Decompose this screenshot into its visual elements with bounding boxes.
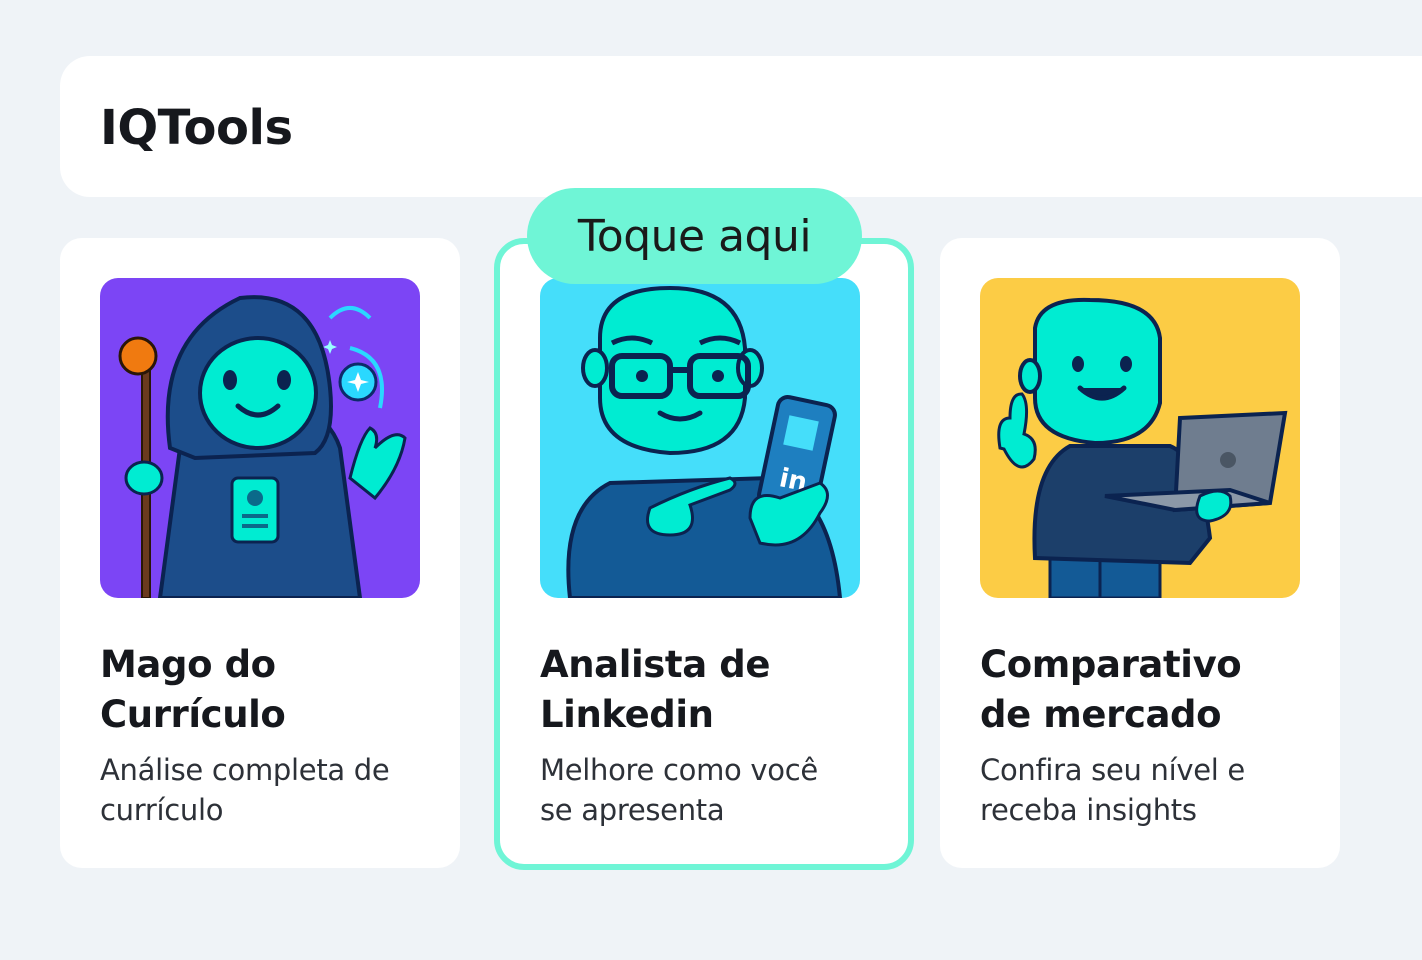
linkedin-analyst-illustration: in xyxy=(540,278,860,598)
card-title: Comparativo de mercado xyxy=(980,643,1242,736)
card-description: Análise completa de currículo xyxy=(100,753,390,827)
tool-card-linkedin-analyst[interactable]: in Analista de Linkedin Melhore como você… xyxy=(494,238,914,870)
card-title: Analista de Linkedin xyxy=(540,643,771,736)
tap-here-tooltip: Toque aqui xyxy=(527,188,862,284)
card-title: Mago do Currículo xyxy=(100,643,286,736)
app-title: IQTools xyxy=(100,100,293,156)
app-header: IQTools xyxy=(60,56,1422,197)
laptop-person-illustration xyxy=(980,278,1300,598)
wizard-illustration xyxy=(100,278,420,598)
tool-card-resume-wizard[interactable]: Mago do Currículo Análise completa de curr… xyxy=(60,238,460,868)
card-description: Melhore como você se apresenta xyxy=(540,753,818,827)
card-description: Confira seu nível e receba insights xyxy=(980,753,1245,827)
tool-card-market-comparison[interactable]: Comparativo de mercado Confira seu nível … xyxy=(940,238,1340,868)
